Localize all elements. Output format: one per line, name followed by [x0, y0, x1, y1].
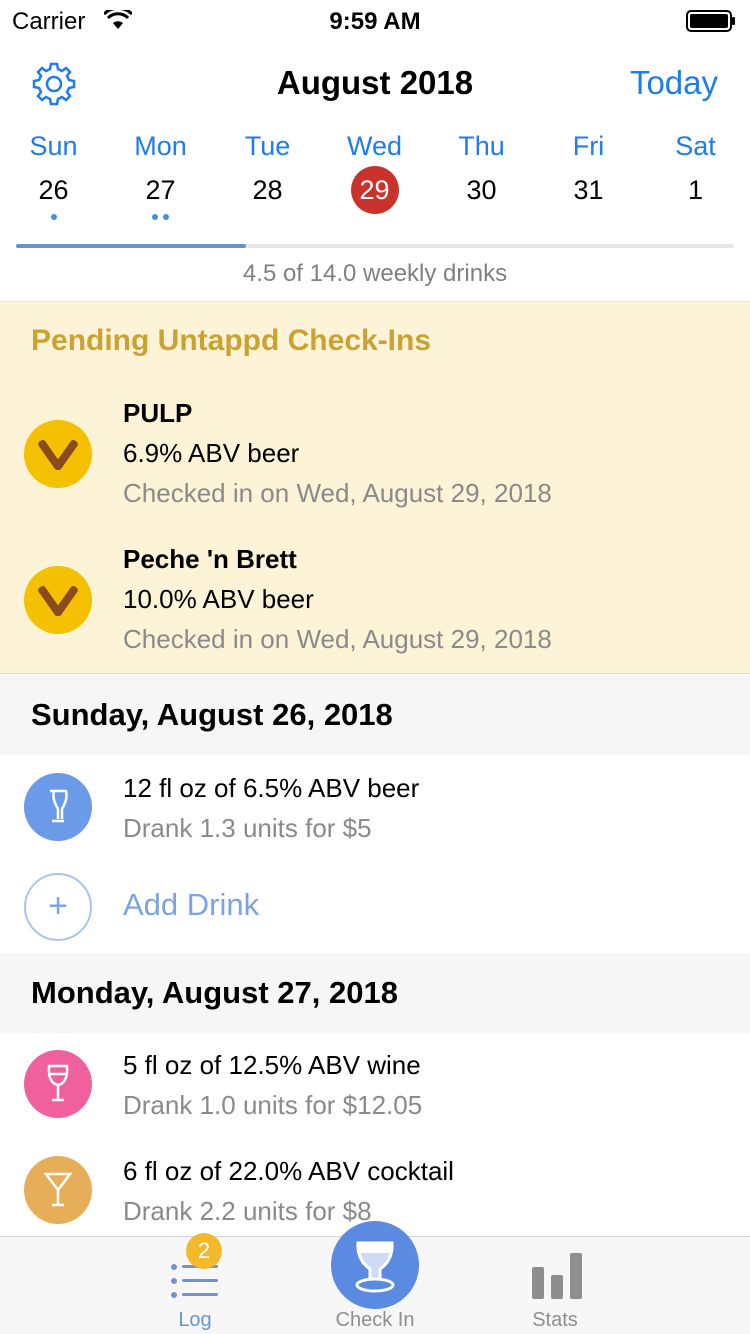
drink-dot — [152, 214, 158, 220]
checkin-name: PULP — [123, 398, 193, 428]
beer-bottles-icon — [24, 420, 92, 488]
day-name: Fri — [572, 131, 605, 161]
day-fri[interactable]: Fri 31 — [535, 126, 642, 226]
drink-dots — [107, 214, 214, 224]
tab-log[interactable]: 2 Log — [120, 1233, 270, 1334]
drink-dot — [50, 214, 57, 220]
weekly-drinks-text: 4.5 of 14.0 weekly drinks — [242, 260, 508, 287]
day-number: 30 — [466, 175, 497, 205]
day-number: 27 — [145, 175, 176, 205]
day-name: Thu — [458, 131, 505, 161]
day-name: Sat — [675, 131, 716, 161]
drink-entry[interactable]: 12 fl oz of 6.5% ABV beer Drank 1.3 unit… — [0, 755, 750, 855]
section-header-monday: Monday, August 27, 2018 — [0, 953, 750, 1033]
tab-stats[interactable]: Stats — [480, 1237, 630, 1334]
week-strip: Sun 26 Mon 27 Tue 28 Wed 29 Thu 30 Fri 31 Sat 1 — [0, 126, 750, 226]
selected-day-number: 29 — [350, 166, 399, 214]
drink-entry-title: 5 fl oz of 12.5% ABV wine — [123, 1050, 421, 1080]
day-wed[interactable]: Wed 29 — [321, 126, 428, 226]
add-drink-row[interactable]: + Add Drink — [0, 873, 750, 953]
today-button[interactable]: Today — [630, 64, 718, 102]
pending-title: Pending Untappd Check-Ins — [31, 324, 432, 357]
drink-dots — [535, 214, 642, 224]
section-header-sunday: Sunday, August 26, 2018 — [0, 675, 750, 755]
check-in-button[interactable] — [331, 1221, 419, 1309]
cocktail-glass-icon — [24, 1156, 92, 1224]
pending-checkin-item[interactable]: Peche 'n Brett 10.0% ABV beer Checked in… — [0, 544, 750, 684]
day-number: 1 — [687, 175, 704, 205]
beer-glass-icon — [355, 1241, 395, 1293]
tab-check-in-label: Check In — [335, 1309, 415, 1331]
weekly-progress-fill — [16, 244, 246, 248]
drink-entry[interactable]: 5 fl oz of 12.5% ABV wine Drank 1.0 unit… — [0, 1032, 750, 1132]
checkin-abv: 10.0% ABV beer — [123, 584, 314, 614]
drink-dots — [321, 214, 428, 224]
beer-bottles-icon — [24, 566, 92, 634]
clock: 9:59 AM — [329, 8, 421, 35]
beer-glass-icon — [24, 773, 92, 841]
battery-icon — [686, 10, 735, 32]
drink-dots — [428, 214, 535, 224]
day-thu[interactable]: Thu 30 — [428, 126, 535, 226]
add-drink-label: Add Drink — [123, 887, 260, 922]
day-mon[interactable]: Mon 27 — [107, 126, 214, 226]
drink-dot — [163, 214, 169, 220]
day-number: 31 — [573, 175, 604, 205]
tab-log-label: Log — [178, 1309, 212, 1331]
day-tue[interactable]: Tue 28 — [214, 126, 321, 226]
calendar-header: August 2018 Today Sun 26 Mon 27 Tue 28 Wed 29 Th… — [0, 40, 750, 302]
drink-entry-detail: Drank 1.0 units for $12.05 — [123, 1090, 423, 1120]
checkin-date: Checked in on Wed, August 29, 2018 — [123, 478, 552, 508]
day-sat[interactable]: Sat 1 — [642, 126, 749, 226]
day-name: Tue — [244, 131, 291, 161]
status-bar: Carrier 9:59 AM — [0, 0, 750, 40]
bar-chart-icon — [532, 1253, 582, 1299]
day-name: Mon — [134, 131, 187, 161]
tab-bar: 2 Log Check In Stats — [0, 1221, 750, 1334]
day-name: Wed — [346, 131, 403, 161]
tab-check-in[interactable]: Check In — [300, 1221, 450, 1334]
weekly-progress-bar — [16, 244, 734, 248]
checkin-abv: 6.9% ABV beer — [123, 438, 300, 468]
wine-glass-icon — [24, 1050, 92, 1118]
drink-entry-detail: Drank 1.3 units for $5 — [123, 813, 372, 843]
day-number: 26 — [38, 175, 69, 205]
drink-dots — [0, 214, 107, 224]
day-sun[interactable]: Sun 26 — [0, 126, 107, 226]
pending-checkin-item[interactable]: PULP 6.9% ABV beer Checked in on Wed, Au… — [0, 398, 750, 538]
log-badge: 2 — [186, 1233, 222, 1269]
drink-entry-title: 12 fl oz of 6.5% ABV beer — [123, 773, 420, 803]
section-title: Monday, August 27, 2018 — [31, 975, 398, 1010]
plus-icon: + — [24, 873, 92, 941]
checkin-name: Peche 'n Brett — [123, 544, 297, 574]
section-title: Sunday, August 26, 2018 — [31, 697, 393, 732]
checkin-date: Checked in on Wed, August 29, 2018 — [123, 624, 552, 654]
tab-stats-label: Stats — [532, 1309, 578, 1331]
day-number: 28 — [252, 175, 283, 205]
drink-entry-title: 6 fl oz of 22.0% ABV cocktail — [123, 1156, 454, 1186]
day-name: Sun — [29, 131, 78, 161]
drink-dots — [642, 214, 749, 224]
drink-dots — [214, 214, 321, 224]
pending-checkins-section: Pending Untappd Check-Ins PULP 6.9% ABV … — [0, 302, 750, 674]
